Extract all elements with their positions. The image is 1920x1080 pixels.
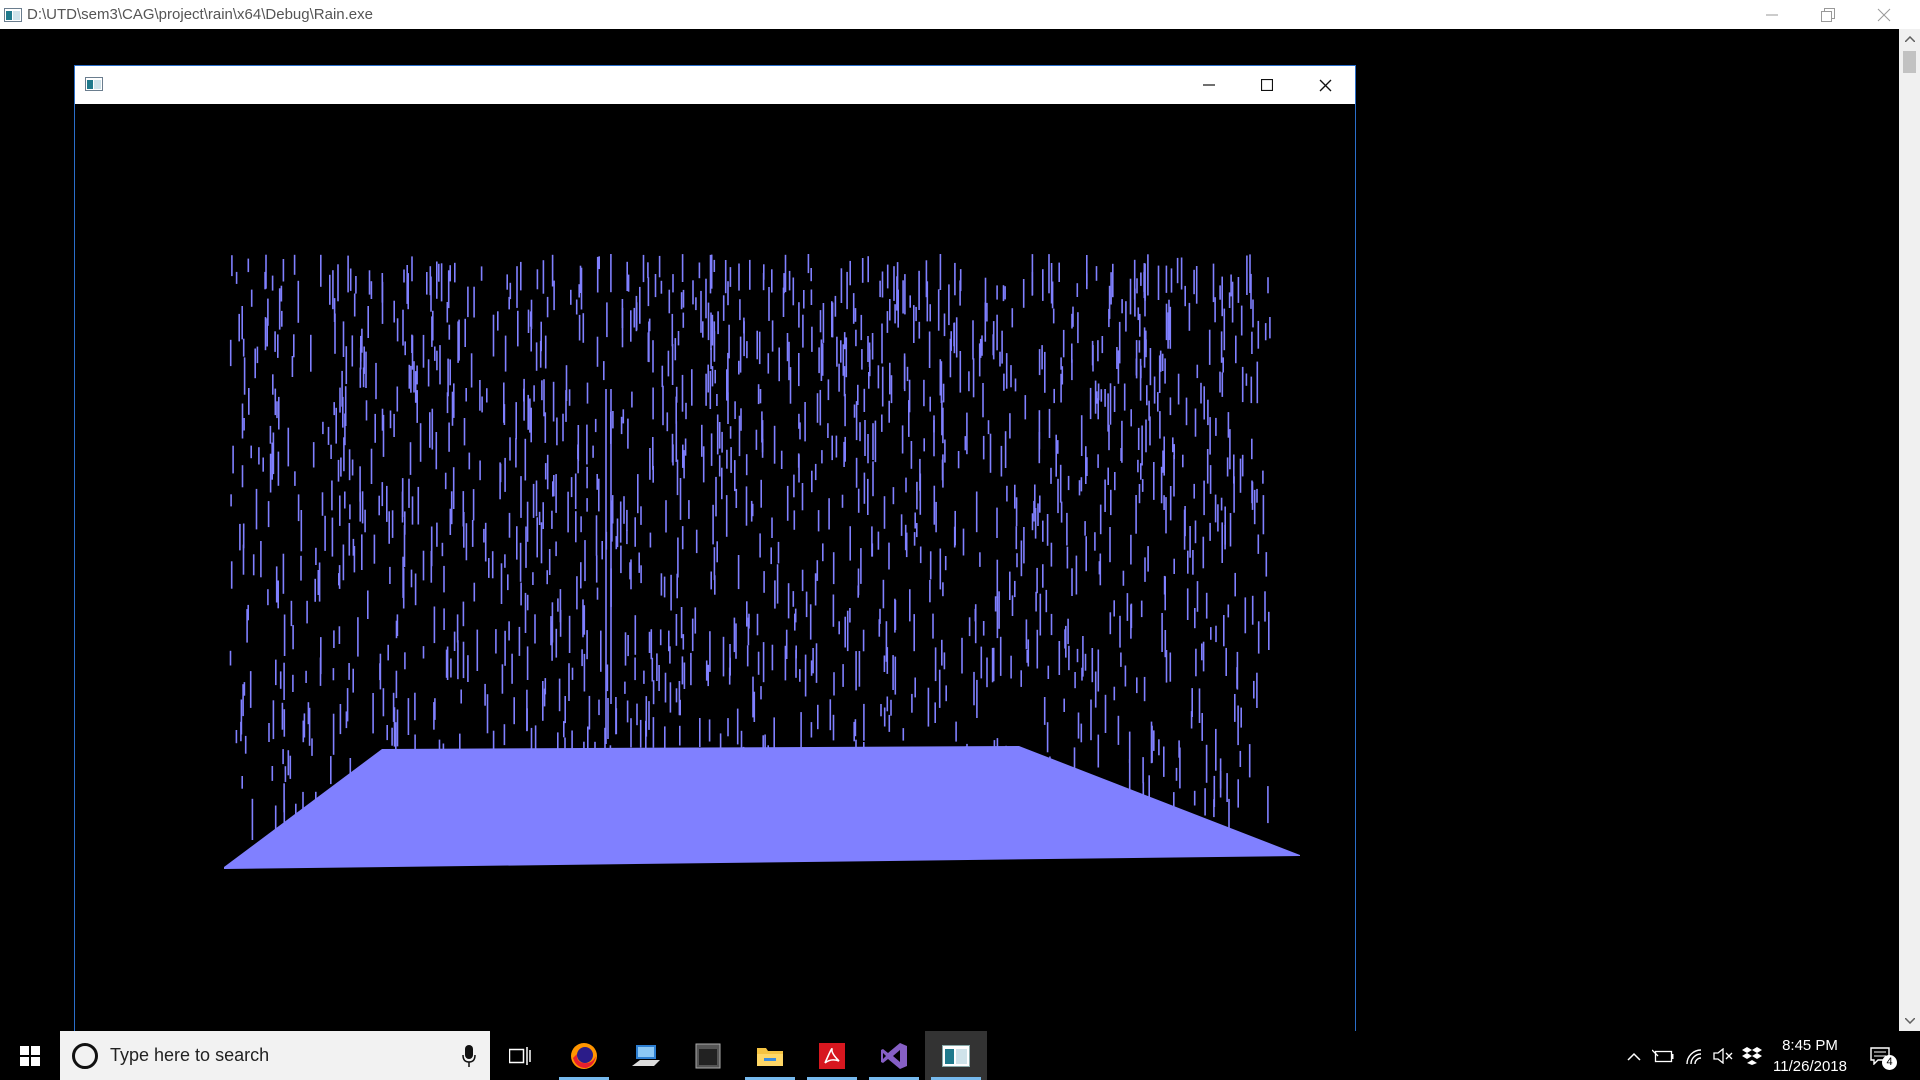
gl-minimize-button[interactable] xyxy=(1180,66,1238,104)
task-view-icon xyxy=(509,1046,531,1065)
chevron-up-icon xyxy=(1904,36,1915,42)
scroll-up-button[interactable] xyxy=(1899,29,1920,49)
opengl-app-icon xyxy=(85,77,103,91)
clock-date: 11/26/2018 xyxy=(1773,1058,1847,1075)
volume-muted-icon xyxy=(1713,1048,1733,1064)
start-button[interactable] xyxy=(0,1031,60,1080)
notification-count-badge: 4 xyxy=(1882,1055,1897,1070)
vertical-scrollbar[interactable] xyxy=(1899,29,1920,1031)
show-hidden-icons-button[interactable] xyxy=(1623,1045,1645,1067)
taskbar-rain-app[interactable] xyxy=(925,1031,987,1080)
taskbar-firefox[interactable] xyxy=(553,1031,615,1080)
close-icon xyxy=(1877,8,1891,21)
battery-icon xyxy=(1652,1049,1674,1063)
console-titlebar: D:\UTD\sem3\CAG\project\rain\x64\Debug\R… xyxy=(0,0,1920,29)
network-button[interactable] xyxy=(1684,1045,1706,1067)
task-view-button[interactable] xyxy=(489,1031,551,1080)
app-window-icon xyxy=(695,1043,721,1068)
gl-close-button[interactable] xyxy=(1296,66,1354,104)
minimize-button[interactable] xyxy=(1744,0,1800,29)
taskbar-app-window[interactable] xyxy=(677,1031,739,1080)
taskbar: Type here to search 8:45 PM 11/26/2018 4 xyxy=(0,1031,1920,1080)
clock[interactable]: 8:45 PM 11/26/2018 xyxy=(1760,1035,1860,1077)
taskbar-visual-studio[interactable] xyxy=(863,1031,925,1080)
chevron-down-icon xyxy=(1904,1018,1915,1024)
windows-logo-icon xyxy=(20,1045,40,1066)
rain-scene-canvas xyxy=(75,104,1355,1032)
visual-studio-icon xyxy=(881,1042,907,1069)
search-placeholder: Type here to search xyxy=(110,1045,270,1065)
remote-desktop-icon xyxy=(632,1044,660,1066)
close-button[interactable] xyxy=(1856,0,1912,29)
cortana-icon xyxy=(72,1042,98,1069)
chevron-up-icon xyxy=(1627,1052,1641,1061)
taskbar-remote-desktop[interactable] xyxy=(615,1031,677,1080)
opengl-window-titlebar[interactable] xyxy=(75,66,1355,104)
restore-button[interactable] xyxy=(1800,0,1856,29)
microphone-icon[interactable] xyxy=(462,1045,476,1067)
console-window-title: D:\UTD\sem3\CAG\project\rain\x64\Debug\R… xyxy=(27,6,373,23)
scroll-thumb[interactable] xyxy=(1903,51,1916,73)
console-app-icon xyxy=(4,7,22,22)
restore-icon xyxy=(1821,7,1835,22)
search-input[interactable]: Type here to search xyxy=(60,1031,490,1080)
minimize-icon xyxy=(1203,84,1215,86)
firefox-icon xyxy=(571,1042,597,1069)
volume-button[interactable] xyxy=(1712,1045,1734,1067)
close-icon xyxy=(1319,79,1331,91)
maximize-icon xyxy=(1261,79,1273,91)
wifi-icon xyxy=(1686,1049,1702,1064)
minimize-icon xyxy=(1766,14,1778,15)
battery-button[interactable] xyxy=(1652,1045,1674,1067)
gl-maximize-button[interactable] xyxy=(1238,66,1296,104)
file-explorer-icon xyxy=(757,1047,783,1066)
scroll-down-button[interactable] xyxy=(1899,1011,1920,1031)
taskbar-file-explorer[interactable] xyxy=(739,1031,801,1080)
opengl-window[interactable] xyxy=(74,65,1356,1032)
acrobat-icon xyxy=(819,1042,845,1069)
clock-time: 8:45 PM xyxy=(1782,1037,1838,1054)
dropbox-icon xyxy=(1742,1047,1762,1065)
taskbar-acrobat[interactable] xyxy=(801,1031,863,1080)
rain-app-icon xyxy=(942,1044,970,1067)
